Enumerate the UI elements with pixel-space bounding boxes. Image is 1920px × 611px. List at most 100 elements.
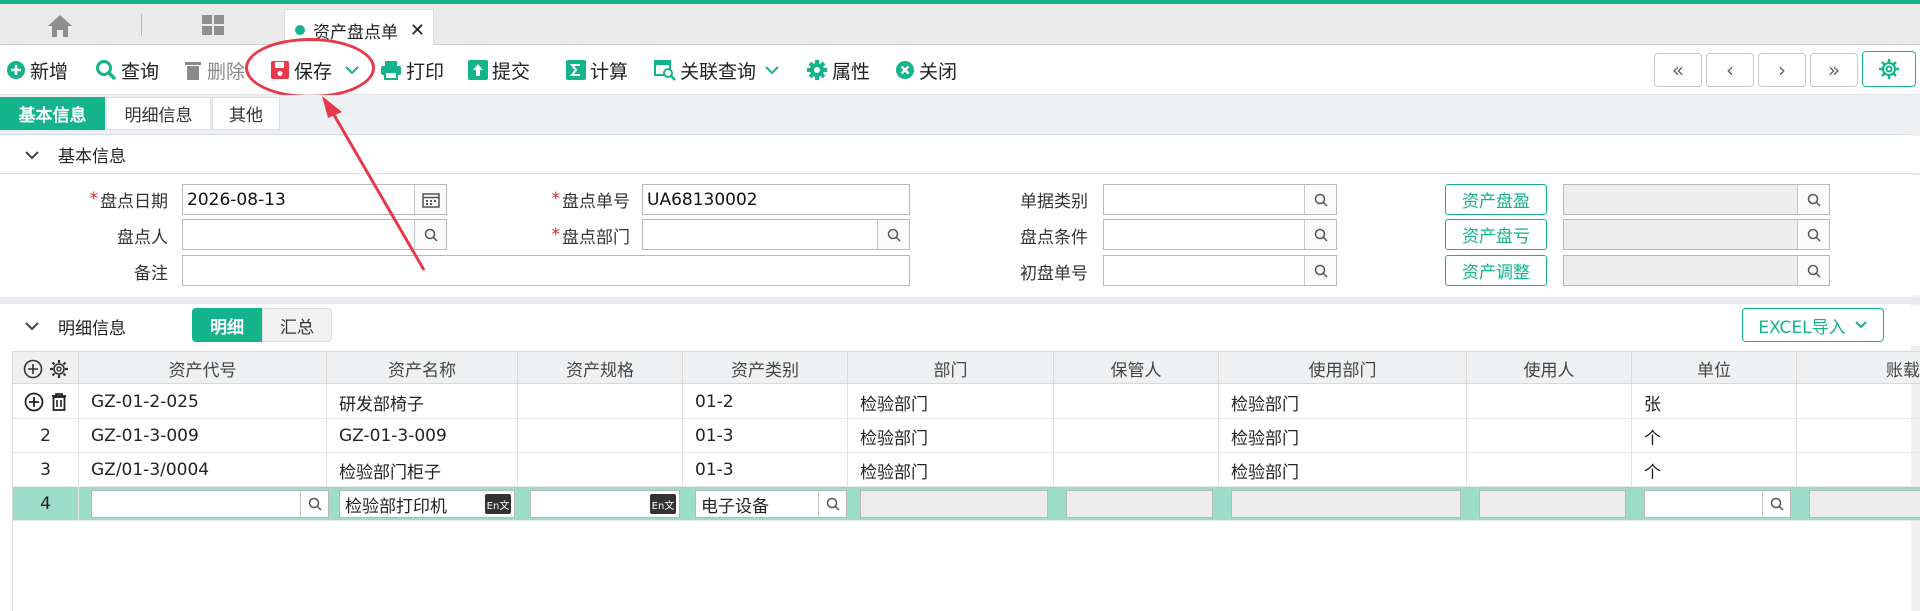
search-icon[interactable] xyxy=(1304,185,1336,214)
edit-use-dept-input[interactable] xyxy=(1231,490,1461,518)
table-row[interactable]: 2 GZ-01-3-009 GZ-01-3-009 01-3 检验部门 检验部门… xyxy=(13,419,1920,453)
grid-tools xyxy=(13,352,79,385)
edit-unit-input[interactable] xyxy=(1644,490,1791,518)
search-icon[interactable] xyxy=(300,491,328,517)
prev-record-button[interactable]: ‹ xyxy=(1706,53,1754,87)
cell-user xyxy=(1467,453,1632,487)
close-tab-icon[interactable]: ✕ xyxy=(410,20,425,41)
submit-button[interactable]: 提交 xyxy=(468,45,530,95)
doc-no-field[interactable]: UA68130002 xyxy=(642,184,910,215)
condition-label: 盘点条件 xyxy=(1020,227,1088,248)
remark-field[interactable] xyxy=(182,255,910,286)
basic-info-header[interactable]: 基本信息 xyxy=(0,136,1920,174)
tab-summary[interactable]: 汇总 xyxy=(262,308,332,342)
new-button[interactable]: 新增 xyxy=(6,45,68,95)
insert-row-icon[interactable] xyxy=(24,392,44,412)
apps-grid-icon[interactable] xyxy=(198,12,228,40)
column-settings-icon[interactable] xyxy=(49,359,69,379)
translate-icon[interactable]: En文 xyxy=(485,494,511,514)
query-button[interactable]: 查询 xyxy=(95,45,159,95)
delete-button[interactable]: 删除 xyxy=(183,45,245,95)
col-user[interactable]: 使用人 xyxy=(1467,352,1632,385)
search-icon[interactable] xyxy=(1797,256,1829,285)
printer-icon xyxy=(381,61,401,80)
tab-basic-info[interactable]: 基本信息 xyxy=(0,97,105,130)
add-row-icon[interactable] xyxy=(23,359,43,379)
person-label: 盘点人 xyxy=(117,227,168,248)
tab-detail[interactable]: 明细 xyxy=(192,308,262,342)
asset-adjust-button[interactable]: 资产调整 xyxy=(1445,255,1547,286)
edit-name-input[interactable]: 检验部打印机 En文 xyxy=(339,490,515,518)
edit-user-input[interactable] xyxy=(1479,490,1626,518)
cell-keeper xyxy=(1054,453,1219,487)
search-icon[interactable] xyxy=(1797,185,1829,214)
col-unit[interactable]: 单位 xyxy=(1632,352,1797,385)
search-icon[interactable] xyxy=(818,491,846,517)
col-book[interactable]: 账载 xyxy=(1797,352,1920,385)
cell-use-dept: 检验部门 xyxy=(1219,419,1467,453)
table-row-editing[interactable]: 4 检验部打印机 En文 En文 电子设备 xyxy=(13,487,1920,521)
chevron-down-icon xyxy=(1854,321,1867,329)
last-record-button[interactable]: » xyxy=(1810,53,1858,87)
search-icon[interactable] xyxy=(1304,256,1336,285)
cell-dept: 检验部门 xyxy=(848,453,1054,487)
first-count-field[interactable] xyxy=(1103,255,1337,286)
active-dot-icon xyxy=(295,25,305,35)
cell-unit: 个 xyxy=(1632,453,1797,487)
cell-code: GZ/01-3/0004 xyxy=(79,453,327,487)
asset-gain-button[interactable]: 资产盘盈 xyxy=(1445,184,1547,215)
col-asset-category[interactable]: 资产类别 xyxy=(683,352,848,385)
table-row[interactable]: 3 GZ/01-3/0004 检验部门柜子 01-3 检验部门 检验部门 个 xyxy=(13,453,1920,487)
delete-row-icon[interactable] xyxy=(50,392,68,412)
cell-keeper xyxy=(1054,419,1219,453)
search-icon[interactable] xyxy=(414,220,446,249)
col-asset-code[interactable]: 资产代号 xyxy=(79,352,327,385)
calendar-icon[interactable] xyxy=(414,185,446,214)
col-department[interactable]: 部门 xyxy=(848,352,1054,385)
col-keeper[interactable]: 保管人 xyxy=(1054,352,1219,385)
detail-grid: 资产代号 资产名称 资产规格 资产类别 部门 保管人 使用部门 使用人 单位 账… xyxy=(12,351,1920,611)
search-icon[interactable] xyxy=(1762,491,1790,517)
table-row[interactable]: GZ-01-2-025 研发部椅子 01-2 检验部门 检验部门 张 xyxy=(13,385,1920,419)
tab-detail-info[interactable]: 明细信息 xyxy=(106,97,211,130)
edit-dept-input[interactable] xyxy=(860,490,1048,518)
translate-icon[interactable]: En文 xyxy=(650,494,676,514)
search-icon[interactable] xyxy=(877,220,909,249)
collapse-chevron-icon xyxy=(25,322,39,331)
col-asset-spec[interactable]: 资产规格 xyxy=(518,352,683,385)
col-use-dept[interactable]: 使用部门 xyxy=(1219,352,1467,385)
excel-import-button[interactable]: EXCEL导入 xyxy=(1742,308,1884,342)
chevron-down-icon xyxy=(765,66,779,75)
asset-adjust-field[interactable] xyxy=(1563,255,1830,286)
dept-field[interactable] xyxy=(642,219,910,250)
asset-gain-field[interactable] xyxy=(1563,184,1830,215)
edit-book-input[interactable] xyxy=(1809,490,1920,518)
edit-keeper-input[interactable] xyxy=(1066,490,1213,518)
dept-label: * 盘点部门 xyxy=(551,225,631,248)
related-query-button[interactable]: 关联查询 xyxy=(654,45,780,95)
asset-loss-button[interactable]: 资产盘亏 xyxy=(1445,219,1547,250)
edit-spec-input[interactable]: En文 xyxy=(530,490,680,518)
properties-button[interactable]: 属性 xyxy=(806,45,870,95)
print-button[interactable]: 打印 xyxy=(380,45,444,95)
edit-category-input[interactable]: 电子设备 xyxy=(695,490,847,518)
home-icon[interactable] xyxy=(45,12,75,40)
asset-loss-field[interactable] xyxy=(1563,219,1830,250)
settings-button[interactable] xyxy=(1862,51,1916,87)
cell-keeper xyxy=(1054,385,1219,419)
tab-other[interactable]: 其他 xyxy=(212,97,280,130)
next-record-button[interactable]: › xyxy=(1758,53,1806,87)
person-field[interactable] xyxy=(182,219,447,250)
doc-type-field[interactable] xyxy=(1103,184,1337,215)
calc-button[interactable]: 计算 xyxy=(566,45,628,95)
cell-category: 01-3 xyxy=(683,419,848,453)
col-asset-name[interactable]: 资产名称 xyxy=(327,352,518,385)
search-icon[interactable] xyxy=(1304,220,1336,249)
edit-code-input[interactable] xyxy=(91,490,329,518)
close-button[interactable]: 关闭 xyxy=(895,45,957,95)
section-title: 基本信息 xyxy=(58,147,126,167)
first-record-button[interactable]: « xyxy=(1654,53,1702,87)
condition-field[interactable] xyxy=(1103,219,1337,250)
date-field[interactable]: 2026-08-13 xyxy=(182,184,447,215)
search-icon[interactable] xyxy=(1797,220,1829,249)
